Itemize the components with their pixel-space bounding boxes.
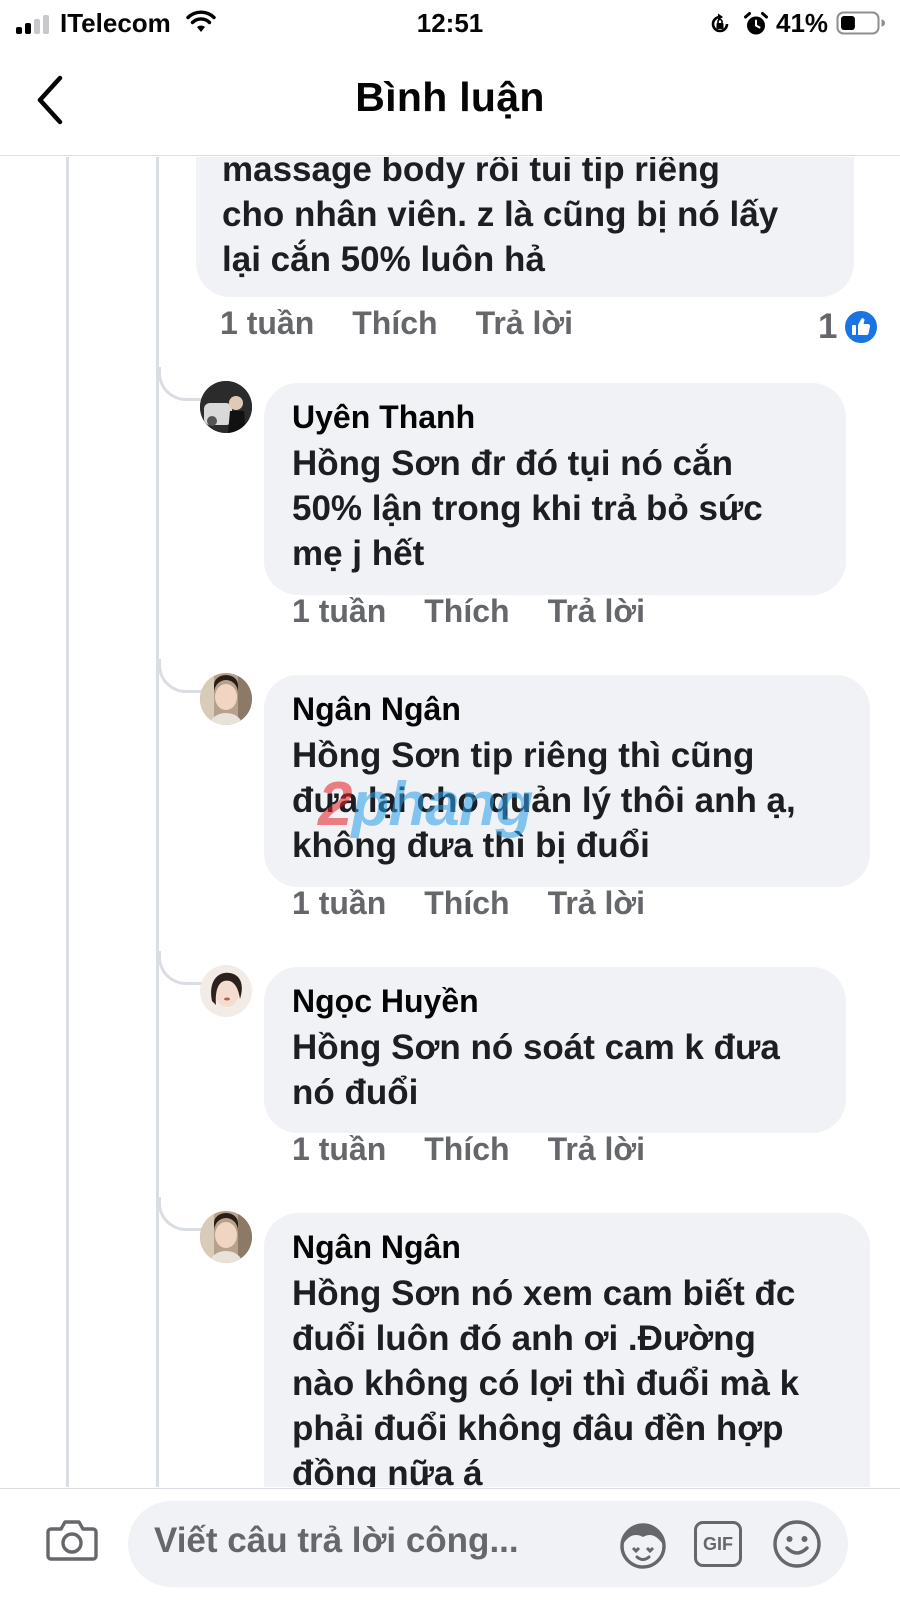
comment-author[interactable]: Ngọc Huyền — [292, 981, 479, 1021]
comment-time: 1 tuần — [292, 885, 387, 921]
thread-connector — [158, 1197, 202, 1231]
avatar[interactable] — [200, 1211, 252, 1263]
reply-button[interactable]: Trả lời — [476, 305, 573, 342]
thread-connector — [158, 367, 202, 401]
reply-button[interactable]: Trả lời — [548, 1131, 645, 1168]
comments-list[interactable]: massage body rôi tui tip riêng cho nhân … — [0, 157, 900, 1487]
thread-line-outer — [66, 157, 69, 1487]
comment-author[interactable]: Ngân Ngân — [292, 689, 461, 729]
comment-actions: 1 tuần Thích Trả lời — [292, 1131, 683, 1168]
thread-connector — [158, 659, 202, 693]
comment-bubble[interactable]: massage body rôi tui tip riêng cho nhân … — [196, 157, 854, 297]
like-button[interactable]: Thích — [352, 305, 437, 342]
comment-text: Hồng Sơn nó soát cam k đưa nó đuổi — [292, 1028, 780, 1112]
comment-bubble[interactable]: Ngân Ngân Hồng Sơn nó xem cam biết đc đu… — [264, 1213, 870, 1487]
thread-connector — [158, 951, 202, 985]
battery-icon — [836, 11, 885, 35]
battery-percentage: 41% — [776, 8, 829, 38]
comment-author[interactable]: Ngân Ngân — [292, 1227, 461, 1267]
avatar[interactable] — [200, 673, 252, 725]
like-button[interactable]: Thích — [424, 593, 509, 630]
page-title: Bình luận — [355, 74, 545, 120]
reply-button[interactable]: Trả lời — [548, 885, 645, 922]
comment-actions: 1 tuần Thích Trả lời — [220, 305, 611, 342]
avatar[interactable] — [200, 965, 252, 1017]
comment-time: 1 tuần — [220, 305, 315, 341]
comment-bubble[interactable]: Uyên Thanh Hồng Sơn đr đó tụi nó cắn 50%… — [264, 383, 846, 595]
comment-time: 1 tuần — [292, 593, 387, 629]
comment-time: 1 tuần — [292, 1131, 387, 1167]
emoji-icon[interactable] — [772, 1519, 822, 1569]
comment-bubble[interactable]: Ngọc Huyền Hồng Sơn nó soát cam k đưa nó… — [264, 967, 846, 1133]
like-button[interactable]: Thích — [424, 1131, 509, 1168]
comment-text: Hồng Sơn nó xem cam biết đc đuổi luôn đó… — [292, 1274, 800, 1487]
avatar[interactable] — [200, 381, 252, 433]
like-button[interactable]: Thích — [424, 885, 509, 922]
reply-input-placeholder: Viết câu trả lời công... — [154, 1521, 519, 1560]
watermark-logo: 2phang — [318, 770, 533, 839]
comment-actions: 1 tuần Thích Trả lời — [292, 885, 683, 922]
rotation-lock-icon — [711, 13, 729, 33]
thread-line-inner — [156, 157, 159, 1487]
header: Bình luận — [0, 46, 900, 156]
alarm-icon — [744, 12, 768, 35]
camera-icon[interactable] — [46, 1515, 98, 1563]
comment-text: Hồng Sơn đr đó tụi nó cắn 50% lận trong … — [292, 444, 763, 573]
comment-text: massage body rôi tui tip riêng cho nhân … — [222, 157, 779, 279]
reaction-number: 1 — [818, 307, 838, 346]
status-bar: ITelecom 12:51 41% — [0, 0, 900, 46]
reaction-count[interactable]: 1 — [818, 307, 880, 347]
avatar-sticker-icon[interactable] — [616, 1517, 670, 1571]
comment-actions: 1 tuần Thích Trả lời — [292, 593, 683, 630]
thumbs-up-icon — [843, 309, 880, 345]
gif-icon[interactable]: GIF — [694, 1521, 742, 1567]
comment-author[interactable]: Uyên Thanh — [292, 397, 475, 437]
reply-button[interactable]: Trả lời — [548, 593, 645, 630]
reply-composer: Viết câu trả lời công... GIF — [0, 1488, 900, 1600]
reply-input[interactable]: Viết câu trả lời công... GIF — [128, 1501, 848, 1587]
